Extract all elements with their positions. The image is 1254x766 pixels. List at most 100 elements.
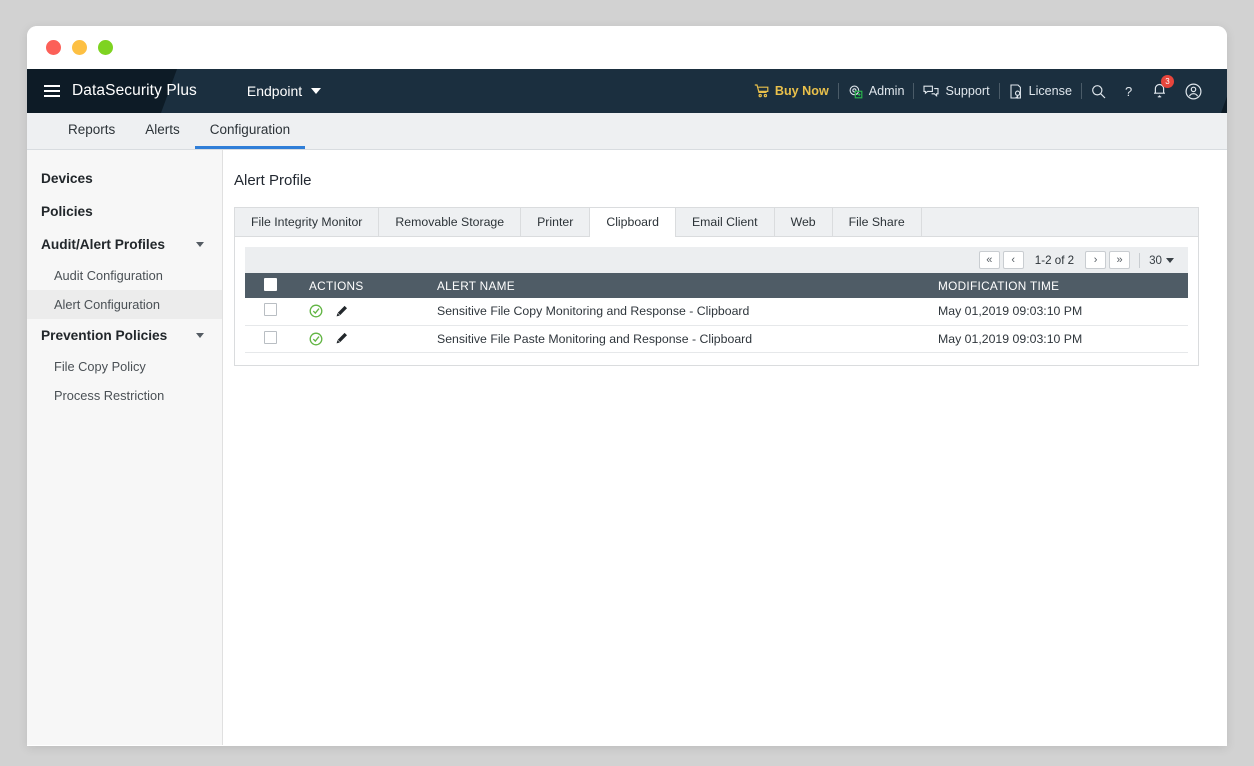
- sidebar-item-alert-configuration[interactable]: Alert Configuration: [27, 290, 222, 319]
- body-split: Devices Policies Audit/Alert Profiles Au…: [27, 150, 1227, 745]
- nav-tab-alerts-label: Alerts: [145, 122, 180, 137]
- row-modification-time-cell: May 01,2019 09:03:10 PM: [924, 325, 1188, 353]
- pagination-first-button[interactable]: «: [978, 251, 1000, 269]
- nav-tab-reports-label: Reports: [68, 122, 116, 137]
- buy-now-label: Buy Now: [774, 84, 829, 98]
- row-alert-name: Sensitive File Paste Monitoring and Resp…: [437, 331, 753, 346]
- row-alert-name-cell: Sensitive File Paste Monitoring and Resp…: [423, 325, 924, 353]
- row-checkbox[interactable]: [263, 303, 277, 317]
- page-size-selector[interactable]: 30: [1149, 254, 1180, 267]
- row-modification-time: May 01,2019 09:03:10 PM: [938, 304, 1083, 319]
- alert-profiles-table: ACTIONS ALERT NAME MODIFICATION TIME Sen…: [245, 273, 1188, 353]
- tab-file-share-label: File Share: [848, 215, 905, 229]
- edit-pencil-icon[interactable]: [335, 332, 348, 345]
- app-brand-name: DataSecurity Plus: [72, 82, 197, 99]
- row-select-cell: [245, 325, 295, 353]
- license-icon: [1009, 83, 1023, 99]
- buy-now-button[interactable]: Buy Now: [754, 84, 838, 98]
- sidebar-item-audit-configuration[interactable]: Audit Configuration: [27, 261, 222, 290]
- notification-badge: 3: [1161, 74, 1174, 88]
- row-alert-name-cell: Sensitive File Copy Monitoring and Respo…: [423, 298, 924, 326]
- sidebar-item-policies[interactable]: Policies: [27, 195, 222, 228]
- page-size-value: 30: [1149, 253, 1162, 267]
- profile-button[interactable]: [1176, 82, 1211, 100]
- row-modification-time: May 01,2019 09:03:10 PM: [938, 331, 1083, 346]
- app-header: DataSecurity Plus Endpoint Buy Now Admin…: [27, 69, 1227, 113]
- select-all-checkbox[interactable]: [263, 277, 277, 291]
- table-body: Sensitive File Copy Monitoring and Respo…: [245, 298, 1188, 353]
- select-all-header: [245, 273, 295, 298]
- cart-icon: [754, 84, 769, 98]
- sidebar-item-audit-alert-profiles-label: Audit/Alert Profiles: [41, 237, 165, 252]
- tab-web[interactable]: Web: [775, 208, 833, 236]
- row-alert-name: Sensitive File Copy Monitoring and Respo…: [437, 304, 750, 319]
- row-actions-cell: [295, 325, 423, 353]
- sidebar-item-file-copy-policy[interactable]: File Copy Policy: [27, 352, 222, 381]
- tab-clipboard[interactable]: Clipboard: [590, 208, 676, 237]
- sidebar-item-audit-alert-profiles[interactable]: Audit/Alert Profiles: [27, 228, 222, 261]
- tab-email-client[interactable]: Email Client: [676, 208, 775, 236]
- tab-file-integrity-monitor[interactable]: File Integrity Monitor: [235, 208, 380, 236]
- chevron-down-icon: [196, 242, 204, 247]
- pagination-range-label: 1-2 of 2: [1034, 253, 1075, 267]
- pagination-prev-button[interactable]: ‹: [1002, 251, 1024, 269]
- minimize-window-button[interactable]: [72, 40, 87, 55]
- tab-removable-storage[interactable]: Removable Storage: [379, 208, 522, 236]
- window-titlebar: [27, 26, 1227, 69]
- enabled-check-icon[interactable]: [309, 332, 323, 346]
- tabstrip-filler: [922, 208, 1198, 236]
- tab-file-integrity-monitor-label: File Integrity Monitor: [251, 215, 363, 229]
- nav-tab-configuration-label: Configuration: [209, 122, 291, 137]
- pagination-divider: [1139, 252, 1141, 268]
- pagination-toolbar: « ‹ 1-2 of 2 › » 30: [245, 247, 1188, 273]
- page-title: Alert Profile: [234, 172, 312, 189]
- tab-file-share[interactable]: File Share: [833, 208, 922, 236]
- nav-tab-reports[interactable]: Reports: [53, 113, 130, 149]
- edit-pencil-icon[interactable]: [335, 305, 348, 318]
- license-button[interactable]: License: [1000, 83, 1081, 99]
- nav-tab-alerts[interactable]: Alerts: [130, 113, 195, 149]
- admin-button[interactable]: Admin: [839, 84, 914, 99]
- panel-inner: « ‹ 1-2 of 2 › » 30 ACTIONS ALERT NAME M…: [235, 237, 1198, 365]
- search-button[interactable]: [1082, 84, 1115, 99]
- admin-label: Admin: [868, 84, 905, 98]
- product-selector-label: Endpoint: [246, 83, 303, 99]
- column-header-modification-time[interactable]: MODIFICATION TIME: [924, 273, 1188, 298]
- help-button[interactable]: ?: [1115, 84, 1143, 99]
- chevron-down-icon: [1166, 257, 1174, 263]
- notifications-button[interactable]: 3: [1143, 74, 1176, 101]
- sidebar-item-policies-label: Policies: [41, 204, 93, 219]
- support-button[interactable]: Support: [914, 84, 998, 98]
- column-header-actions-label: ACTIONS: [309, 278, 364, 293]
- row-checkbox[interactable]: [263, 330, 277, 344]
- row-modification-time-cell: May 01,2019 09:03:10 PM: [924, 298, 1188, 326]
- hamburger-icon[interactable]: [44, 85, 60, 97]
- table-header-row: ACTIONS ALERT NAME MODIFICATION TIME: [245, 273, 1188, 298]
- tab-printer[interactable]: Printer: [521, 208, 591, 236]
- content-area: Alert Profile File Integrity Monitor Rem…: [223, 150, 1227, 745]
- nav-tab-configuration[interactable]: Configuration: [194, 113, 306, 149]
- enabled-check-icon[interactable]: [309, 304, 323, 318]
- app-window: DataSecurity Plus Endpoint Buy Now Admin…: [27, 26, 1227, 746]
- column-header-actions[interactable]: ACTIONS: [295, 273, 423, 298]
- table-row[interactable]: Sensitive File Paste Monitoring and Resp…: [245, 325, 1188, 353]
- maximize-window-button[interactable]: [98, 40, 113, 55]
- row-select-cell: [245, 298, 295, 326]
- sidebar-item-file-copy-policy-label: File Copy Policy: [54, 359, 146, 374]
- tab-clipboard-label: Clipboard: [606, 215, 659, 229]
- alert-profile-panel: File Integrity Monitor Removable Storage…: [234, 207, 1199, 366]
- sidebar-item-prevention-policies[interactable]: Prevention Policies: [27, 319, 222, 352]
- admin-gear-icon: [848, 84, 863, 99]
- sidebar-item-devices[interactable]: Devices: [27, 162, 222, 195]
- column-header-alert-name[interactable]: ALERT NAME: [423, 273, 924, 298]
- product-selector[interactable]: Endpoint: [246, 83, 322, 99]
- sidebar-item-process-restriction[interactable]: Process Restriction: [27, 381, 222, 410]
- tab-printer-label: Printer: [537, 215, 574, 229]
- pagination-last-button[interactable]: »: [1109, 251, 1131, 269]
- table-row[interactable]: Sensitive File Copy Monitoring and Respo…: [245, 298, 1188, 326]
- close-window-button[interactable]: [46, 40, 61, 55]
- tab-removable-storage-label: Removable Storage: [395, 215, 505, 229]
- sidebar-item-prevention-policies-label: Prevention Policies: [41, 328, 168, 343]
- profile-tabstrip: File Integrity Monitor Removable Storage…: [235, 208, 1198, 237]
- pagination-next-button[interactable]: ›: [1085, 251, 1107, 269]
